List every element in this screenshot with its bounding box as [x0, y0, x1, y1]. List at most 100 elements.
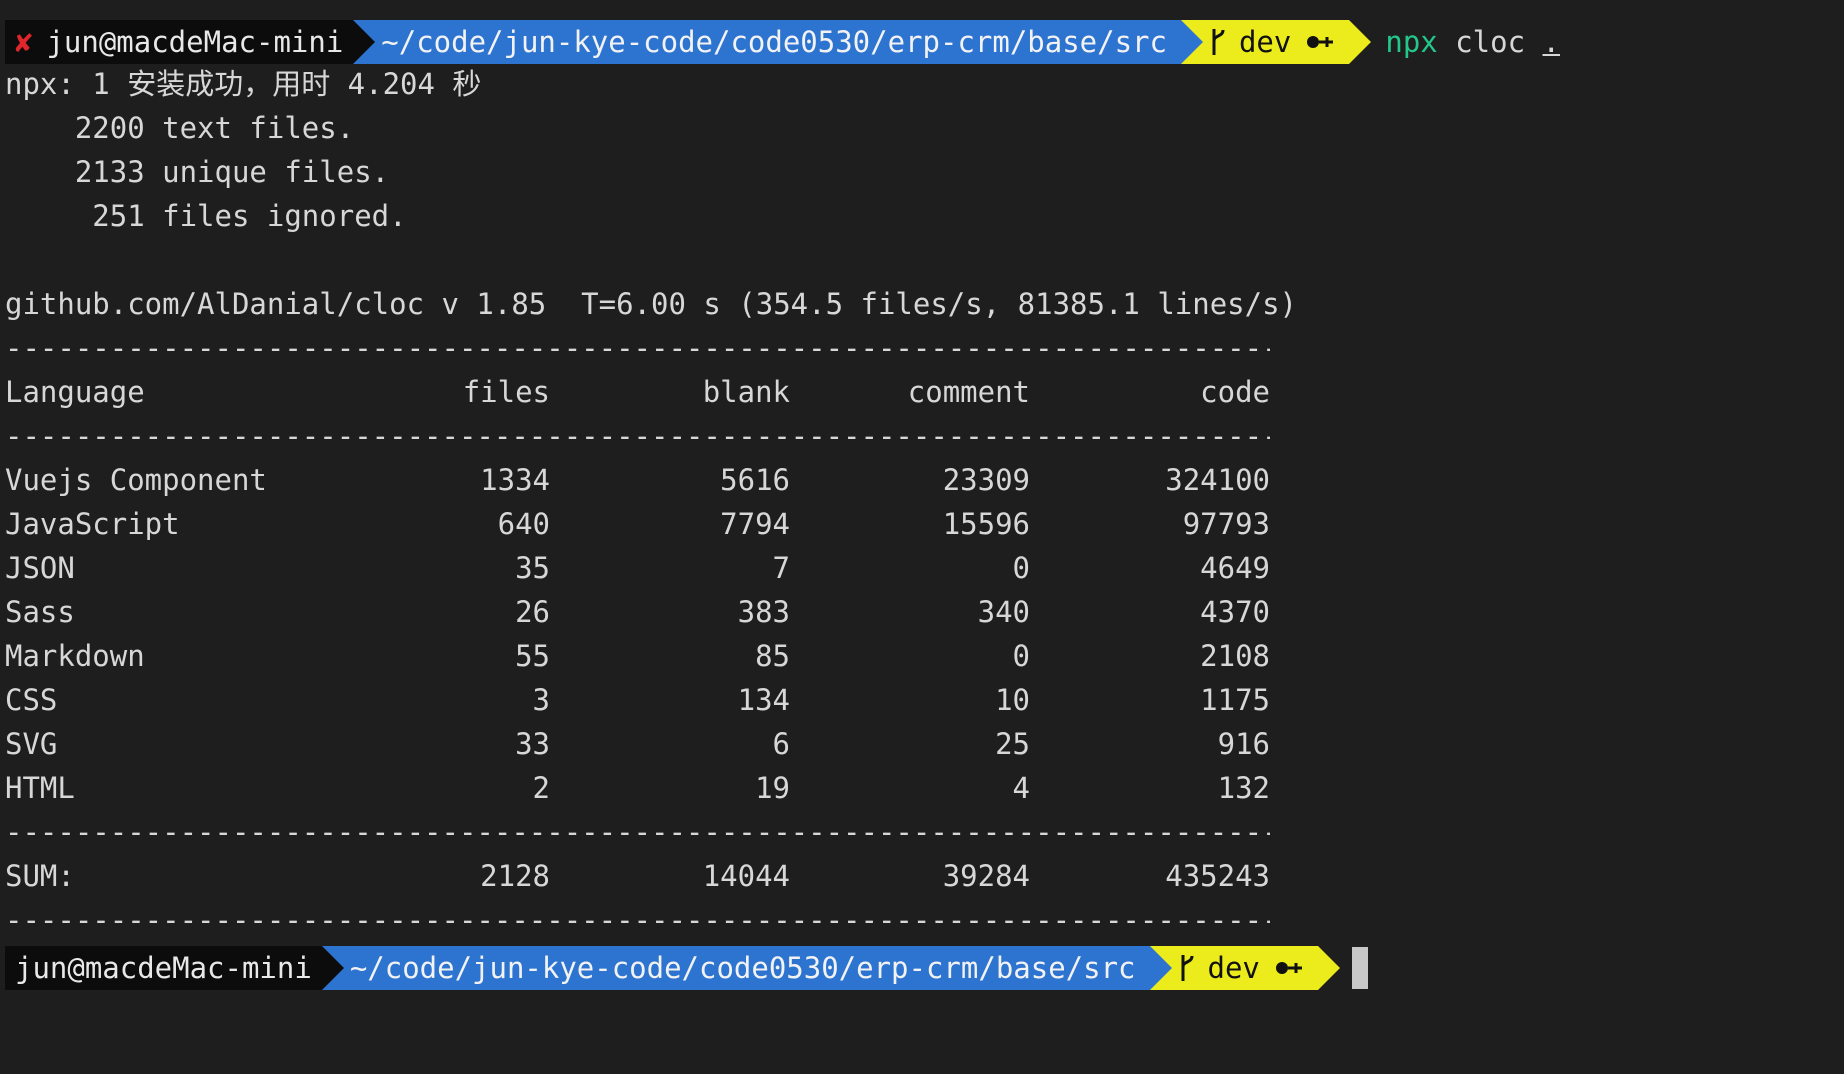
sum-comment: 39284	[942, 859, 1030, 893]
prompt-user-host: jun@macdeMac-mini	[46, 25, 344, 59]
cell-files: 55	[515, 639, 550, 673]
header-comment: comment	[907, 375, 1030, 409]
cell-code: 132	[1217, 771, 1270, 805]
cell-language: Markdown	[5, 639, 145, 673]
cell-files: 2	[532, 771, 550, 805]
cell-blank: 85	[755, 639, 790, 673]
header-blank: blank	[702, 375, 790, 409]
cell-code: 324100	[1165, 463, 1270, 497]
cell-files: 3	[532, 683, 550, 717]
sum-label: SUM:	[5, 859, 75, 893]
prompt-path: ~/code/jun-kye-code/code0530/erp-crm/bas…	[349, 951, 1136, 985]
prompt-user-segment: jun@macdeMac-mini	[5, 946, 344, 990]
table-row: JavaScript 640 7794 15596 97793	[5, 502, 1270, 546]
table-header: Language files blank comment code	[5, 370, 1270, 414]
terminal-window[interactable]: ✘ jun@macdeMac-mini ~/code/jun-kye-code/…	[0, 0, 1844, 1074]
key-icon	[1305, 32, 1335, 52]
key-icon	[1274, 958, 1304, 978]
cell-blank: 383	[737, 595, 790, 629]
cell-blank: 7794	[720, 507, 790, 541]
prompt-path-segment: ~/code/jun-kye-code/code0530/erp-crm/bas…	[353, 20, 1203, 64]
cell-blank: 19	[755, 771, 790, 805]
prompt-user-host: jun@macdeMac-mini	[15, 951, 312, 985]
table-row: SVG 33 6 25 916	[5, 722, 1270, 766]
segment-separator	[1317, 946, 1340, 990]
error-x-icon: ✘	[15, 25, 33, 59]
cell-comment: 25	[995, 727, 1030, 761]
prompt-git-segment: dev	[1180, 20, 1372, 64]
cell-code: 916	[1217, 727, 1270, 761]
cell-comment: 15596	[942, 507, 1030, 541]
segment-separator	[1149, 946, 1172, 990]
cell-code: 2108	[1200, 639, 1270, 673]
table-row: Sass 26 383 340 4370	[5, 590, 1270, 634]
prompt-branch: dev	[1207, 951, 1260, 985]
header-code: code	[1200, 375, 1270, 409]
cell-language: Vuejs Component	[5, 463, 267, 497]
segment-separator	[1349, 20, 1372, 64]
command-arg: cloc	[1455, 25, 1526, 59]
cell-comment: 4	[1012, 771, 1030, 805]
prompt-git-segment: dev	[1149, 946, 1340, 990]
header-language: Language	[5, 375, 145, 409]
cell-files: 35	[515, 551, 550, 585]
cell-code: 1175	[1200, 683, 1270, 717]
table-row: CSS 3 134 10 1175	[5, 678, 1270, 722]
table-divider: ----------------------------------------…	[5, 815, 1270, 849]
terminal-cursor[interactable]	[1351, 947, 1368, 989]
prompt-line-1: ✘ jun@macdeMac-mini ~/code/jun-kye-code/…	[5, 20, 1560, 64]
cell-language: SVG	[5, 727, 58, 761]
cell-files: 640	[497, 507, 550, 541]
prompt-user-segment: ✘ jun@macdeMac-mini	[5, 20, 376, 64]
command-line: npx cloc .	[1385, 20, 1560, 64]
cell-comment: 0	[1012, 639, 1030, 673]
table-row: Markdown 55 85 0 2108	[5, 634, 1270, 678]
cell-files: 33	[515, 727, 550, 761]
sum-files: 2128	[480, 859, 550, 893]
cell-blank: 134	[737, 683, 790, 717]
cell-code: 97793	[1182, 507, 1270, 541]
cell-language: HTML	[5, 771, 75, 805]
cell-comment: 340	[977, 595, 1030, 629]
header-files: files	[462, 375, 550, 409]
table-row: JSON 35 7 0 4649	[5, 546, 1270, 590]
cell-code: 4370	[1200, 595, 1270, 629]
prompt-branch: dev	[1238, 25, 1292, 59]
npx-install-line: npx: 1 安装成功，用时 4.204 秒	[5, 67, 482, 101]
cell-language: CSS	[5, 683, 58, 717]
segment-separator	[321, 946, 344, 990]
table-sum-row: SUM: 2128 14044 39284 435243	[5, 854, 1270, 898]
cell-files: 26	[515, 595, 550, 629]
text-files-line: 2200 text files.	[5, 111, 355, 145]
cell-language: JSON	[5, 551, 75, 585]
prompt-path-segment: ~/code/jun-kye-code/code0530/erp-crm/bas…	[321, 946, 1172, 990]
sum-code: 435243	[1165, 859, 1270, 893]
cell-comment: 0	[1012, 551, 1030, 585]
segment-separator	[353, 20, 376, 64]
cell-comment: 23309	[942, 463, 1030, 497]
cell-comment: 10	[995, 683, 1030, 717]
cell-blank: 7	[772, 551, 790, 585]
table-divider: ----------------------------------------…	[5, 903, 1270, 937]
cell-blank: 5616	[720, 463, 790, 497]
table-row: Vuejs Component 1334 5616 23309 324100	[5, 458, 1270, 502]
prompt-path: ~/code/jun-kye-code/code0530/erp-crm/bas…	[381, 25, 1167, 59]
table-divider: ----------------------------------------…	[5, 331, 1270, 365]
cloc-version-line: github.com/AlDanial/cloc v 1.85 T=6.00 s…	[5, 287, 1298, 321]
command-bin: npx	[1385, 25, 1438, 59]
cell-files: 1334	[480, 463, 550, 497]
command-dot: .	[1542, 25, 1560, 59]
cell-language: JavaScript	[5, 507, 180, 541]
sum-blank: 14044	[702, 859, 790, 893]
ignored-files-line: 251 files ignored.	[5, 199, 407, 233]
table-divider: ----------------------------------------…	[5, 419, 1270, 453]
table-row: HTML 2 19 4 132	[5, 766, 1270, 810]
cell-language: Sass	[5, 595, 75, 629]
unique-files-line: 2133 unique files.	[5, 155, 390, 189]
segment-separator	[1180, 20, 1203, 64]
git-branch-icon	[1178, 953, 1196, 983]
prompt-line-2: jun@macdeMac-mini ~/code/jun-kye-code/co…	[5, 946, 1368, 990]
git-branch-icon	[1209, 27, 1227, 57]
cell-code: 4649	[1200, 551, 1270, 585]
cell-blank: 6	[772, 727, 790, 761]
